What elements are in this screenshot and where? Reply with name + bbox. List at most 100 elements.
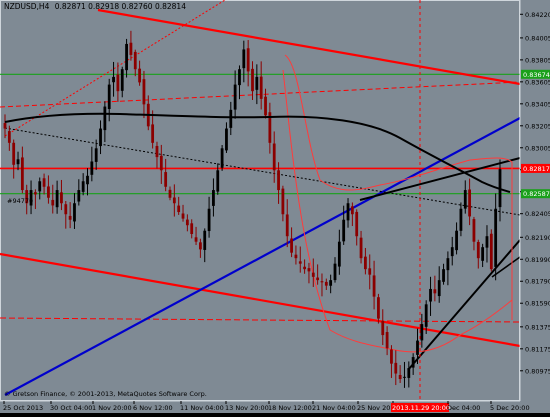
candle-body[interactable] <box>442 269 445 282</box>
candle-body[interactable] <box>203 230 207 250</box>
candle-body[interactable] <box>142 79 146 105</box>
candle-body[interactable] <box>363 256 367 270</box>
candle-body[interactable] <box>172 197 176 204</box>
candle-body[interactable] <box>272 143 276 171</box>
candle-body[interactable] <box>16 159 20 165</box>
candle-body[interactable] <box>238 69 241 86</box>
candle-body[interactable] <box>7 131 11 143</box>
candle-body[interactable] <box>355 211 359 237</box>
candle-body[interactable] <box>164 172 168 187</box>
candle-body[interactable] <box>177 205 181 213</box>
candle-body[interactable] <box>398 375 402 380</box>
candle-body[interactable] <box>390 349 393 364</box>
candle-body[interactable] <box>350 206 354 215</box>
candle-body[interactable] <box>73 203 76 222</box>
chart-canvas[interactable]: 0.84220 0.84005 0.83805 0.83605 0.83405 0.832… <box>0 0 550 413</box>
candle-body[interactable] <box>463 190 467 209</box>
candle-body[interactable] <box>185 219 189 226</box>
candle-body[interactable] <box>81 181 85 192</box>
candle-body[interactable] <box>103 106 107 131</box>
candle-body[interactable] <box>407 368 411 378</box>
candle-body[interactable] <box>455 230 458 251</box>
candle-body[interactable] <box>38 181 42 192</box>
candle-body[interactable] <box>112 76 115 83</box>
candle-body[interactable] <box>116 74 120 92</box>
price-chart[interactable]: 0.84220 0.84005 0.83805 0.83605 0.83405 0.832… <box>0 0 550 413</box>
candle-body[interactable] <box>468 189 472 217</box>
candle-body[interactable] <box>324 281 328 286</box>
candle-body[interactable] <box>316 277 320 281</box>
candle-body[interactable] <box>416 340 419 355</box>
candle-body[interactable] <box>60 192 63 204</box>
candle-body[interactable] <box>242 49 246 69</box>
candle-body[interactable] <box>320 281 324 283</box>
candle-body[interactable] <box>216 170 220 192</box>
candle-body[interactable] <box>411 357 415 368</box>
candle-body[interactable] <box>333 263 337 281</box>
candle-body[interactable] <box>459 208 463 231</box>
candle-body[interactable] <box>255 76 259 90</box>
candle-body[interactable] <box>372 275 376 297</box>
candle-body[interactable] <box>64 204 68 215</box>
candle-body[interactable] <box>155 145 159 158</box>
candle-body[interactable] <box>489 233 493 270</box>
candle-body[interactable] <box>298 261 302 264</box>
candle-body[interactable] <box>290 238 293 253</box>
candle-body[interactable] <box>403 376 406 378</box>
candle-body[interactable] <box>77 190 81 202</box>
candle-body[interactable] <box>446 258 450 271</box>
candle-body[interactable] <box>120 69 124 91</box>
candle-body[interactable] <box>281 188 285 215</box>
candle-body[interactable] <box>138 68 142 83</box>
candle-body[interactable] <box>377 297 380 319</box>
candle-body[interactable] <box>385 332 389 349</box>
candle-body[interactable] <box>485 236 489 248</box>
candle-body[interactable] <box>359 237 363 259</box>
candle-body[interactable] <box>311 272 315 277</box>
candle-body[interactable] <box>133 51 137 70</box>
candle-body[interactable] <box>368 268 372 275</box>
candle-body[interactable] <box>198 242 202 250</box>
candle-body[interactable] <box>472 219 476 242</box>
candle-body[interactable] <box>190 223 194 235</box>
candle-body[interactable] <box>381 321 385 336</box>
candle-body[interactable] <box>337 241 341 267</box>
candle-body[interactable] <box>494 208 498 267</box>
candle-body[interactable] <box>437 280 441 297</box>
candle-body[interactable] <box>12 142 16 165</box>
candle-body[interactable] <box>294 254 298 259</box>
candle-body[interactable] <box>220 148 224 168</box>
candle-body[interactable] <box>86 175 89 185</box>
candle-body[interactable] <box>159 155 163 171</box>
candle-body[interactable] <box>476 241 480 259</box>
candle-body[interactable] <box>3 123 7 129</box>
candle-body[interactable] <box>212 190 215 206</box>
candle-body[interactable] <box>168 189 172 198</box>
candle-body[interactable] <box>429 288 432 302</box>
candle-body[interactable] <box>303 266 307 270</box>
candle-body[interactable] <box>229 109 233 128</box>
candle-body[interactable] <box>277 170 280 191</box>
candle-body[interactable] <box>225 128 228 151</box>
candle-body[interactable] <box>55 190 59 208</box>
candle-body[interactable] <box>259 76 263 99</box>
candle-body[interactable] <box>107 84 111 109</box>
candle-body[interactable] <box>99 128 102 147</box>
candle-body[interactable] <box>342 219 346 242</box>
candle-body[interactable] <box>151 124 155 143</box>
candle-body[interactable] <box>329 280 333 286</box>
candle-body[interactable] <box>233 84 237 110</box>
candle-body[interactable] <box>68 215 72 220</box>
candle-body[interactable] <box>346 203 350 221</box>
candle-body[interactable] <box>20 157 24 191</box>
candle-body[interactable] <box>394 362 398 374</box>
candle-body[interactable] <box>42 178 46 187</box>
candle-body[interactable] <box>264 96 267 116</box>
candle-body[interactable] <box>94 148 98 162</box>
candle-body[interactable] <box>251 68 254 92</box>
candle-body[interactable] <box>194 237 198 242</box>
candle-body[interactable] <box>51 199 55 206</box>
candle-body[interactable] <box>246 48 250 72</box>
candle-body[interactable] <box>125 43 128 71</box>
candle-body[interactable] <box>129 42 133 55</box>
